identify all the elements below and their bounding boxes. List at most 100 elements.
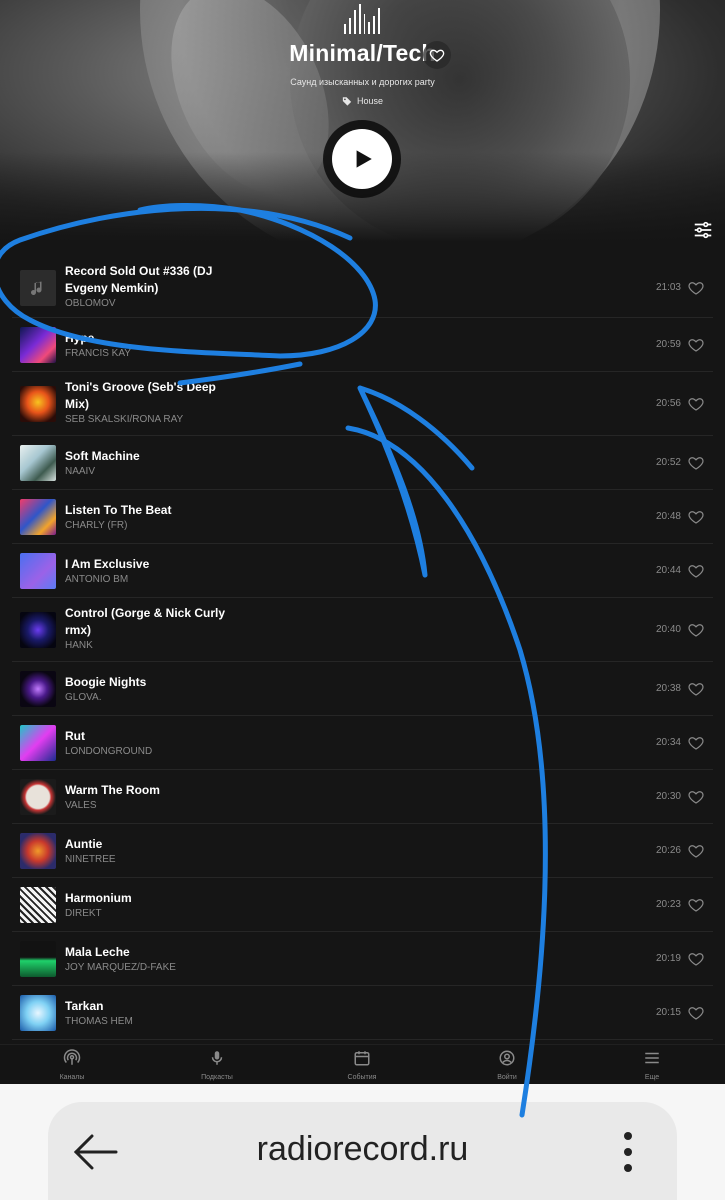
track-time: 20:19 (655, 953, 681, 964)
nav-item-2[interactable]: Подкасты (177, 1049, 257, 1081)
channel-subtitle: Саунд изысканных и дорогих party (290, 77, 435, 87)
track-title: Toni's Groove (Seb's Deep Mix) (65, 380, 216, 411)
track-time: 20:52 (655, 457, 681, 468)
track-cover (20, 671, 56, 707)
track-like-button[interactable] (687, 734, 705, 752)
track-like-button[interactable] (687, 336, 705, 354)
nav-item-label: События (347, 1074, 377, 1081)
track-cover (20, 445, 56, 481)
heart-icon (688, 737, 704, 750)
track-row[interactable]: Soft Machine NAAIV 20:52 (12, 436, 713, 490)
track-artist: SEB SKALSKI/RONA RAY (65, 414, 184, 425)
track-cover (20, 499, 56, 535)
channel-favorite-button[interactable] (423, 41, 451, 69)
track-row[interactable]: I Am Exclusive ANTONIO BM 20:44 (12, 544, 713, 598)
heart-icon (688, 899, 704, 912)
track-like-button[interactable] (687, 1004, 705, 1022)
track-title: Rut (65, 728, 85, 743)
track-row[interactable]: Tarkan THOMAS HEM 20:15 (12, 986, 713, 1040)
nav-item-3[interactable]: События (322, 1049, 402, 1081)
track-cover (20, 995, 56, 1031)
nav-item-5[interactable]: Еще (612, 1049, 692, 1081)
track-info: Toni's Groove (Seb's Deep Mix) SEB SKALSK… (65, 379, 225, 427)
track-row[interactable]: Boogie Nights GLOVA. 20:38 (12, 662, 713, 716)
track-like-button[interactable] (687, 395, 705, 413)
track-like-button[interactable] (687, 562, 705, 580)
filter-button[interactable] (692, 219, 714, 241)
heart-icon (688, 398, 704, 411)
track-info: Listen To The Beat CHARLY (FR) (65, 502, 225, 533)
track-like-button[interactable] (687, 788, 705, 806)
more-dot-icon (624, 1132, 632, 1140)
tag-icon (342, 97, 352, 106)
heart-icon (688, 624, 704, 637)
track-artist: DIREKT (65, 907, 102, 919)
track-cover (20, 941, 56, 977)
track-cover (20, 833, 56, 869)
equalizer-logo-icon (344, 4, 380, 34)
track-title: Auntie (65, 836, 103, 851)
track-like-button[interactable] (687, 279, 705, 297)
track-row[interactable]: Toni's Groove (Seb's Deep Mix) SEB SKALSK… (12, 372, 713, 436)
track-info: Rut LONDONGROUND (65, 728, 225, 759)
track-time: 20:59 (655, 339, 681, 350)
heart-icon (688, 1007, 704, 1020)
track-row[interactable]: Warm The Room VALES 20:30 (12, 770, 713, 824)
track-info: Boogie Nights GLOVA. (65, 674, 225, 705)
track-row[interactable]: Auntie NINETREE 20:26 (12, 824, 713, 878)
track-like-button[interactable] (687, 454, 705, 472)
genre-label: House (356, 96, 383, 106)
track-artist: NINETREE (65, 853, 116, 865)
track-like-button[interactable] (687, 842, 705, 860)
track-time: 21:03 (655, 282, 681, 293)
track-time: 20:38 (655, 683, 681, 694)
track-row[interactable]: Hype FRANCIS KAY 20:59 (12, 318, 713, 372)
track-row[interactable]: Mala Leche JOY MARQUEZ/D-FAKE 20:19 (12, 932, 713, 986)
track-info: Mala Leche JOY MARQUEZ/D-FAKE (65, 944, 225, 975)
track-like-button[interactable] (687, 896, 705, 914)
url-text[interactable]: radiorecord.ru (0, 1130, 725, 1169)
track-row[interactable]: Rut LONDONGROUND 20:34 (12, 716, 713, 770)
channel-header: Minimal/Tech Саунд изысканных и дорогих … (0, 0, 725, 242)
track-row[interactable]: Harmonium DIREKT 20:23 (12, 878, 713, 932)
track-like-button[interactable] (687, 950, 705, 968)
track-artist: JOY MARQUEZ/D-FAKE (65, 961, 176, 973)
track-time: 20:48 (655, 511, 681, 522)
track-like-button[interactable] (687, 621, 705, 639)
track-info: Hype FRANCIS KAY (65, 330, 225, 361)
track-cover (20, 612, 56, 648)
podcast-icon (63, 1049, 81, 1072)
track-info: Tarkan THOMAS HEM (65, 998, 225, 1029)
calendar-icon (353, 1049, 371, 1072)
track-info: Record Sold Out #336 (DJ Evgeny Nemkin) O… (65, 263, 225, 311)
track-artist: THOMAS HEM (65, 1015, 133, 1027)
track-time: 20:23 (655, 899, 681, 910)
heart-icon (429, 49, 445, 62)
track-row[interactable]: Record Sold Out #336 (DJ Evgeny Nemkin) O… (12, 258, 713, 318)
heart-icon (688, 565, 704, 578)
track-like-button[interactable] (687, 680, 705, 698)
play-icon (356, 150, 372, 168)
heart-icon (688, 845, 704, 858)
heart-icon (688, 457, 704, 470)
track-cover (20, 725, 56, 761)
track-row[interactable]: Listen To The Beat CHARLY (FR) 20:48 (12, 490, 713, 544)
menu-icon (643, 1049, 661, 1072)
play-button[interactable] (323, 120, 401, 198)
track-title: Hype (65, 330, 95, 345)
more-dot-icon (624, 1164, 632, 1172)
track-row[interactable]: Control (Gorge & Nick Curly rmx) HANK 20:4… (12, 598, 713, 662)
track-artist: FRANCIS KAY (65, 347, 131, 359)
track-time: 20:44 (655, 565, 681, 576)
genre-tag[interactable]: House (0, 96, 725, 106)
nav-item-label: Каналы (59, 1074, 85, 1081)
nav-item-4[interactable]: Войти (467, 1049, 547, 1081)
track-artist: ANTONIO BM (65, 573, 129, 585)
nav-item-label: Подкасты (201, 1074, 233, 1081)
track-title: Warm The Room (65, 782, 160, 797)
browser-menu-button[interactable] (618, 1128, 638, 1176)
track-like-button[interactable] (687, 508, 705, 526)
heart-icon (688, 339, 704, 352)
nav-item-1[interactable]: Каналы (32, 1049, 112, 1081)
play-button-circle (332, 129, 392, 189)
